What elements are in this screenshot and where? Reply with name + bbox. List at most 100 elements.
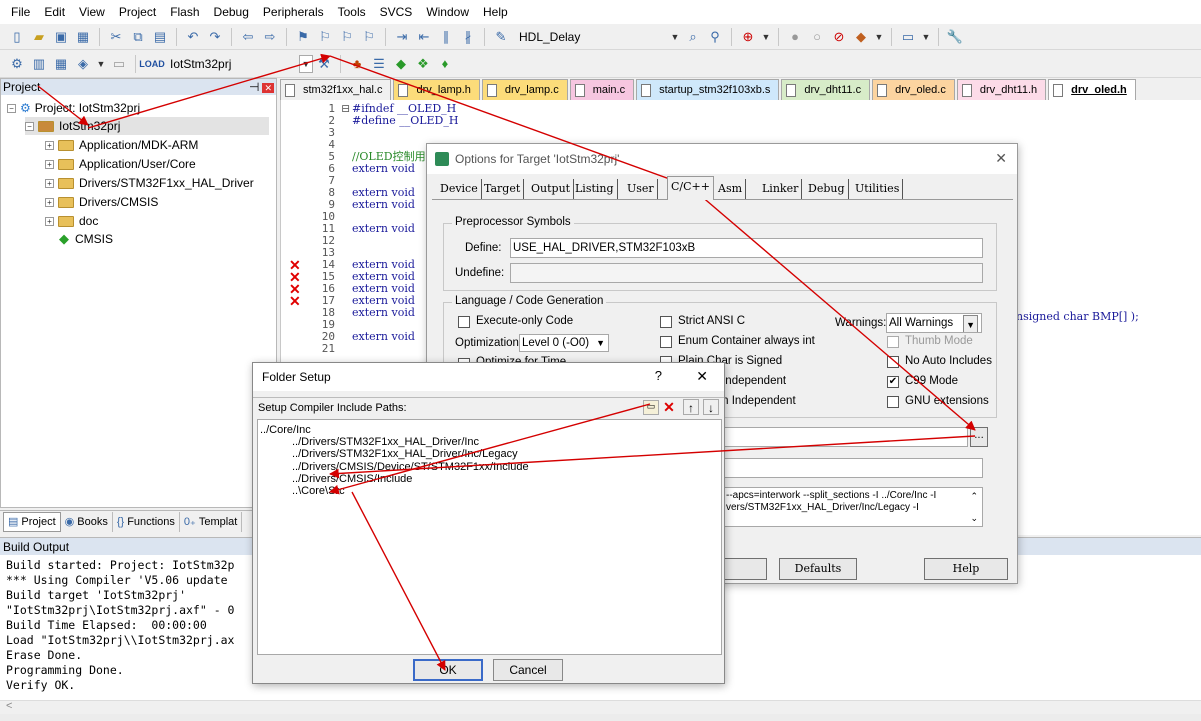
bookmark-prev-icon[interactable]: ⚐	[316, 28, 334, 46]
menu-item-project[interactable]: Project	[112, 0, 163, 24]
tab-books[interactable]: ◉ Books	[61, 511, 113, 532]
stop-build-icon[interactable]: ▭	[110, 55, 128, 73]
tree-target[interactable]: − IotStm32prj	[25, 117, 269, 135]
uncomment-icon[interactable]: ∦	[459, 28, 477, 46]
include-paths-browse-button[interactable]: ...	[970, 427, 988, 447]
include-path-item[interactable]: ../Drivers/STM32F1xx_HAL_Driver/Inc	[292, 436, 479, 448]
build-icon[interactable]: ▥	[30, 55, 48, 73]
file-tab[interactable]: main.c	[569, 79, 635, 100]
tab-c-c-[interactable]: C/C++	[667, 176, 714, 200]
breakpoint-kill-icon[interactable]: ⊘	[830, 28, 848, 46]
new-folder-icon[interactable]: ▭	[643, 400, 659, 415]
move-down-icon[interactable]: ↓	[703, 399, 719, 415]
wrench-icon[interactable]: 🔧	[946, 28, 964, 46]
indent-icon[interactable]: ⇥	[393, 28, 411, 46]
menu-item-debug[interactable]: Debug	[207, 0, 256, 24]
bookmark-next-icon[interactable]: ⚐	[338, 28, 356, 46]
window-layout-icon[interactable]: ▭	[899, 28, 917, 46]
find-in-files-icon[interactable]: ✎	[492, 28, 510, 46]
undo-icon[interactable]: ↶	[184, 28, 202, 46]
breakpoint-disable-icon[interactable]: ○	[808, 28, 826, 46]
chevron-down-icon[interactable]: ▼	[919, 28, 933, 46]
help-button[interactable]: Help	[924, 558, 1008, 580]
file-tab[interactable]: startup_stm32f103xb.s	[636, 79, 780, 100]
tree-group[interactable]: + Application/MDK-ARM	[45, 136, 198, 154]
bookmark-clear-icon[interactable]: ⚐	[360, 28, 378, 46]
optimization-select[interactable]: Level 0 (-O0) ▼	[519, 334, 609, 352]
cancel-button[interactable]: Cancel	[493, 659, 563, 681]
close-icon[interactable]: ✕	[995, 150, 1007, 167]
redo-icon[interactable]: ↷	[206, 28, 224, 46]
help-icon[interactable]: ?	[655, 368, 662, 383]
run-time-env-icon[interactable]: ♦	[436, 55, 454, 73]
tab-asm[interactable]: Asm	[715, 179, 747, 199]
include-path-item[interactable]: ../Drivers/STM32F1xx_HAL_Driver/Inc/Lega…	[292, 448, 518, 460]
file-tab[interactable]: drv_lamp.h	[393, 79, 480, 100]
paste-icon[interactable]: ▤	[151, 28, 169, 46]
tab-templat[interactable]: 0₊ Templat	[180, 511, 243, 532]
expand-icon[interactable]: +	[45, 178, 54, 188]
menu-item-peripherals[interactable]: Peripherals	[256, 0, 331, 24]
bookmark-icon[interactable]: ⚑	[294, 28, 312, 46]
chevron-down-icon[interactable]: ▼	[299, 54, 313, 73]
chevron-down-icon[interactable]: ▼	[872, 28, 886, 46]
undefine-input[interactable]	[510, 263, 983, 283]
configure-icon[interactable]: ◆	[852, 28, 870, 46]
include-path-item[interactable]: ..\Core\Src	[292, 485, 345, 497]
tab-listing[interactable]: Listing	[572, 179, 618, 199]
collapse-icon[interactable]: −	[7, 103, 16, 113]
ok-button[interactable]: OK	[413, 659, 483, 681]
cut-icon[interactable]: ✂	[107, 28, 125, 46]
batch-build-icon[interactable]: ◈	[74, 55, 92, 73]
fold-marker-icon[interactable]: ⊟	[341, 103, 350, 115]
expand-icon[interactable]: +	[45, 197, 54, 207]
execute-only-checkbox[interactable]	[458, 316, 470, 328]
tab-user[interactable]: User	[624, 179, 658, 199]
tree-group[interactable]: + Application/User/Core	[45, 155, 196, 173]
tree-group[interactable]: + Drivers/CMSIS	[45, 193, 158, 211]
move-up-icon[interactable]: ↑	[683, 399, 699, 415]
find-icon[interactable]: ⌕	[684, 28, 702, 46]
thumb-mode-checkbox[interactable]	[887, 336, 899, 348]
include-path-item[interactable]: ../Core/Inc	[260, 424, 311, 436]
tab-device[interactable]: Device	[437, 179, 482, 199]
open-file-icon[interactable]: ▰	[30, 28, 48, 46]
rebuild-icon[interactable]: ▦	[52, 55, 70, 73]
menu-item-help[interactable]: Help	[476, 0, 515, 24]
save-all-icon[interactable]: ▦	[74, 28, 92, 46]
tree-root[interactable]: − ⚙ Project: IotStm32prj	[7, 99, 140, 117]
menu-item-file[interactable]: File	[4, 0, 37, 24]
file-tab[interactable]: drv_lamp.c	[481, 79, 568, 100]
menu-item-tools[interactable]: Tools	[331, 0, 373, 24]
scroll-down-icon[interactable]: ⌄	[970, 512, 978, 524]
enum-container-checkbox[interactable]	[660, 336, 672, 348]
new-file-icon[interactable]: ▯	[8, 28, 26, 46]
target-combo[interactable]: IotStm32prj	[166, 54, 296, 74]
expand-icon[interactable]: +	[45, 140, 54, 150]
comment-icon[interactable]: ∥	[437, 28, 455, 46]
file-tab[interactable]: drv_oled.c	[872, 79, 955, 100]
chevron-down-icon[interactable]: ▼	[94, 55, 108, 73]
translate-icon[interactable]: ⚙	[8, 55, 26, 73]
delete-icon[interactable]: ✕	[661, 399, 677, 415]
copy-icon[interactable]: ⧉	[129, 28, 147, 46]
horizontal-scrollbar[interactable]: <	[0, 700, 1201, 714]
debug-icon[interactable]: ⊕	[739, 28, 757, 46]
function-combo[interactable]: HDL_Delay	[515, 27, 665, 47]
unindent-icon[interactable]: ⇤	[415, 28, 433, 46]
save-icon[interactable]: ▣	[52, 28, 70, 46]
include-path-item[interactable]: ../Drivers/CMSIS/Device/ST/STM32F1xx/Inc…	[292, 461, 529, 473]
manage-components-icon[interactable]: ♣	[348, 55, 366, 73]
tab-project[interactable]: ▤ Project	[3, 511, 61, 532]
tab-target[interactable]: Target	[481, 179, 525, 199]
expand-icon[interactable]: +	[45, 216, 54, 226]
nav-back-icon[interactable]: ⇦	[239, 28, 257, 46]
tree-group[interactable]: + doc	[45, 212, 98, 230]
file-tab[interactable]: drv_dht11.h	[956, 79, 1047, 100]
expand-icon[interactable]: +	[45, 159, 54, 169]
file-extensions-icon[interactable]: ☰	[370, 55, 388, 73]
tree-cmsis[interactable]: ◆ CMSIS	[59, 230, 113, 248]
tab-debug[interactable]: Debug	[805, 179, 849, 199]
include-path-item[interactable]: ../Drivers/CMSIS/Include	[292, 473, 412, 485]
file-tab[interactable]: stm32f1xx_hal.c	[280, 79, 392, 100]
